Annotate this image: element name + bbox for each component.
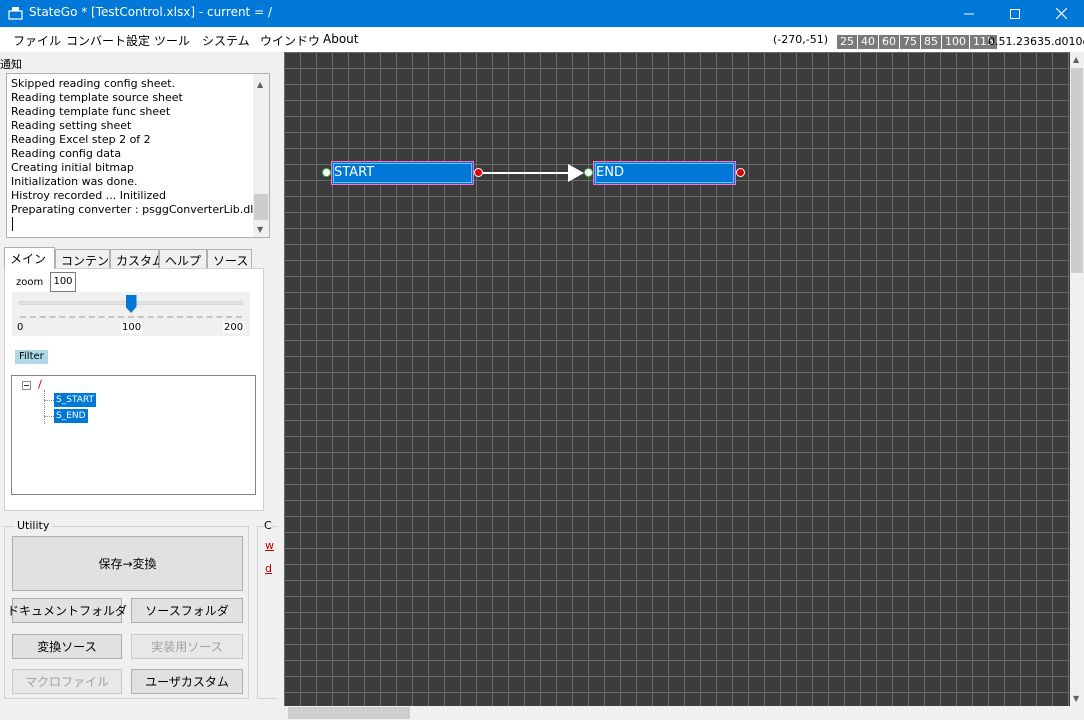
transition-arrow-icon[interactable] [482,162,586,186]
utility-label: Utility [14,519,53,532]
document-folder-button[interactable]: ドキュメントフォルダ [7,598,127,623]
end-input-port-icon[interactable] [584,168,593,177]
menu-bar: ファイル コンバート設定 ツール システム ウインドウ About (-270,… [0,27,1084,52]
log-line: Histroy recorded ... Initilized [11,189,167,202]
slider-max-label: 200 [223,322,245,333]
state-tree: / S_START S_END [11,375,256,495]
log-scrollbar[interactable]: ▲ ▼ [253,74,269,237]
convert-source-button[interactable]: 変換ソース [12,634,122,659]
state-canvas[interactable]: START END [284,52,1070,706]
log-line: Reading template source sheet [11,91,183,104]
zoom-label: zoom [16,277,44,288]
tab-main[interactable]: メイン [4,247,55,269]
zoom-input[interactable]: 100 [50,272,76,292]
scroll-up-icon[interactable]: ▲ [1073,55,1079,64]
zoom-preset-button[interactable]: 40 [858,35,878,49]
log-line: Initialization was done. [11,175,138,188]
scroll-thumb[interactable] [1071,68,1083,273]
log-line: Creating initial bitmap [11,161,134,174]
slider-mid-label: 100 [121,322,143,333]
collapse-icon[interactable] [22,381,31,390]
scroll-up-icon[interactable]: ▲ [257,80,263,89]
notify-log[interactable]: Skipped reading config sheet. Reading te… [6,73,270,238]
side-group-label: C [264,519,272,532]
user-custom-button[interactable]: ユーザカスタム [131,669,243,694]
zoom-preset-button[interactable]: 25 [837,35,857,49]
app-icon [8,7,23,20]
slider-ticks [20,316,242,319]
tree-connector [44,400,54,401]
scroll-thumb[interactable] [254,194,268,220]
minimize-icon[interactable] [946,0,992,27]
scroll-down-icon[interactable]: ▼ [1073,694,1079,703]
log-line: Preparating converter : psggConverterLib… [11,203,257,216]
tab-custom[interactable]: カスタム [110,249,164,268]
filter-button[interactable]: Filter [15,350,48,364]
source-folder-button[interactable]: ソースフォルダ [131,598,243,623]
tab-contents[interactable]: コンテンツ [55,249,121,268]
menu-tools[interactable]: ツール [154,32,190,49]
impl-source-button[interactable]: 実装用ソース [131,634,243,659]
menu-window[interactable]: ウインドウ [260,32,320,49]
title-bar: StateGo * [TestControl.xlsx] - current =… [0,0,1084,27]
version-label: 0.51.23635.d010e5 [988,35,1084,48]
tree-node-start[interactable]: S_START [54,393,96,407]
cursor-coordinates: (-270,-51) [773,33,829,46]
zoom-preset-buttons: 25 40 60 75 85 100 115 [837,35,997,49]
menu-convert-settings[interactable]: コンバート設定 [66,32,150,49]
log-line: Reading config data [11,147,122,160]
window-title: StateGo * [TestControl.xlsx] - current =… [29,5,272,19]
log-line: Reading template func sheet [11,105,171,118]
tree-node-end[interactable]: S_END [54,409,88,423]
menu-file[interactable]: ファイル [13,32,61,49]
side-link[interactable]: d [265,562,272,575]
tree-connector [44,390,45,424]
zoom-preset-button[interactable]: 60 [879,35,899,49]
slider-thumb[interactable] [125,295,137,313]
log-line: Reading Excel step 2 of 2 [11,133,151,146]
scroll-thumb[interactable] [288,707,410,719]
text-caret [12,217,13,231]
start-input-port-icon[interactable] [322,168,331,177]
tab-source[interactable]: ソース [207,249,252,268]
canvas-horizontal-scrollbar[interactable] [284,706,1084,720]
macro-file-button[interactable]: マクロファイル [12,669,122,694]
canvas-vertical-scrollbar[interactable]: ▲ ▼ [1070,52,1084,706]
slider-min-label: 0 [17,322,24,333]
save-convert-button[interactable]: 保存→変換 [12,536,243,591]
tab-help[interactable]: ヘルプ [159,249,207,268]
maximize-icon[interactable] [992,0,1038,27]
log-line: Reading setting sheet [11,119,132,132]
log-line: Skipped reading config sheet. [11,77,176,90]
notify-label: 通知 [0,58,22,71]
end-output-port-icon[interactable] [736,168,745,177]
close-icon[interactable] [1038,0,1084,27]
side-link[interactable]: w [265,539,274,552]
state-start[interactable]: START [331,161,474,185]
menu-about[interactable]: About [323,32,358,46]
zoom-preset-button[interactable]: 100 [942,35,969,49]
log-lines: Skipped reading config sheet. Reading te… [11,77,256,217]
tree-connector [44,416,54,417]
tree-root[interactable]: / [38,378,42,391]
state-end[interactable]: END [593,161,736,185]
zoom-preset-button[interactable]: 75 [900,35,920,49]
scroll-down-icon[interactable]: ▼ [257,225,263,234]
menu-system[interactable]: システム [202,32,250,49]
zoom-preset-button[interactable]: 85 [921,35,941,49]
